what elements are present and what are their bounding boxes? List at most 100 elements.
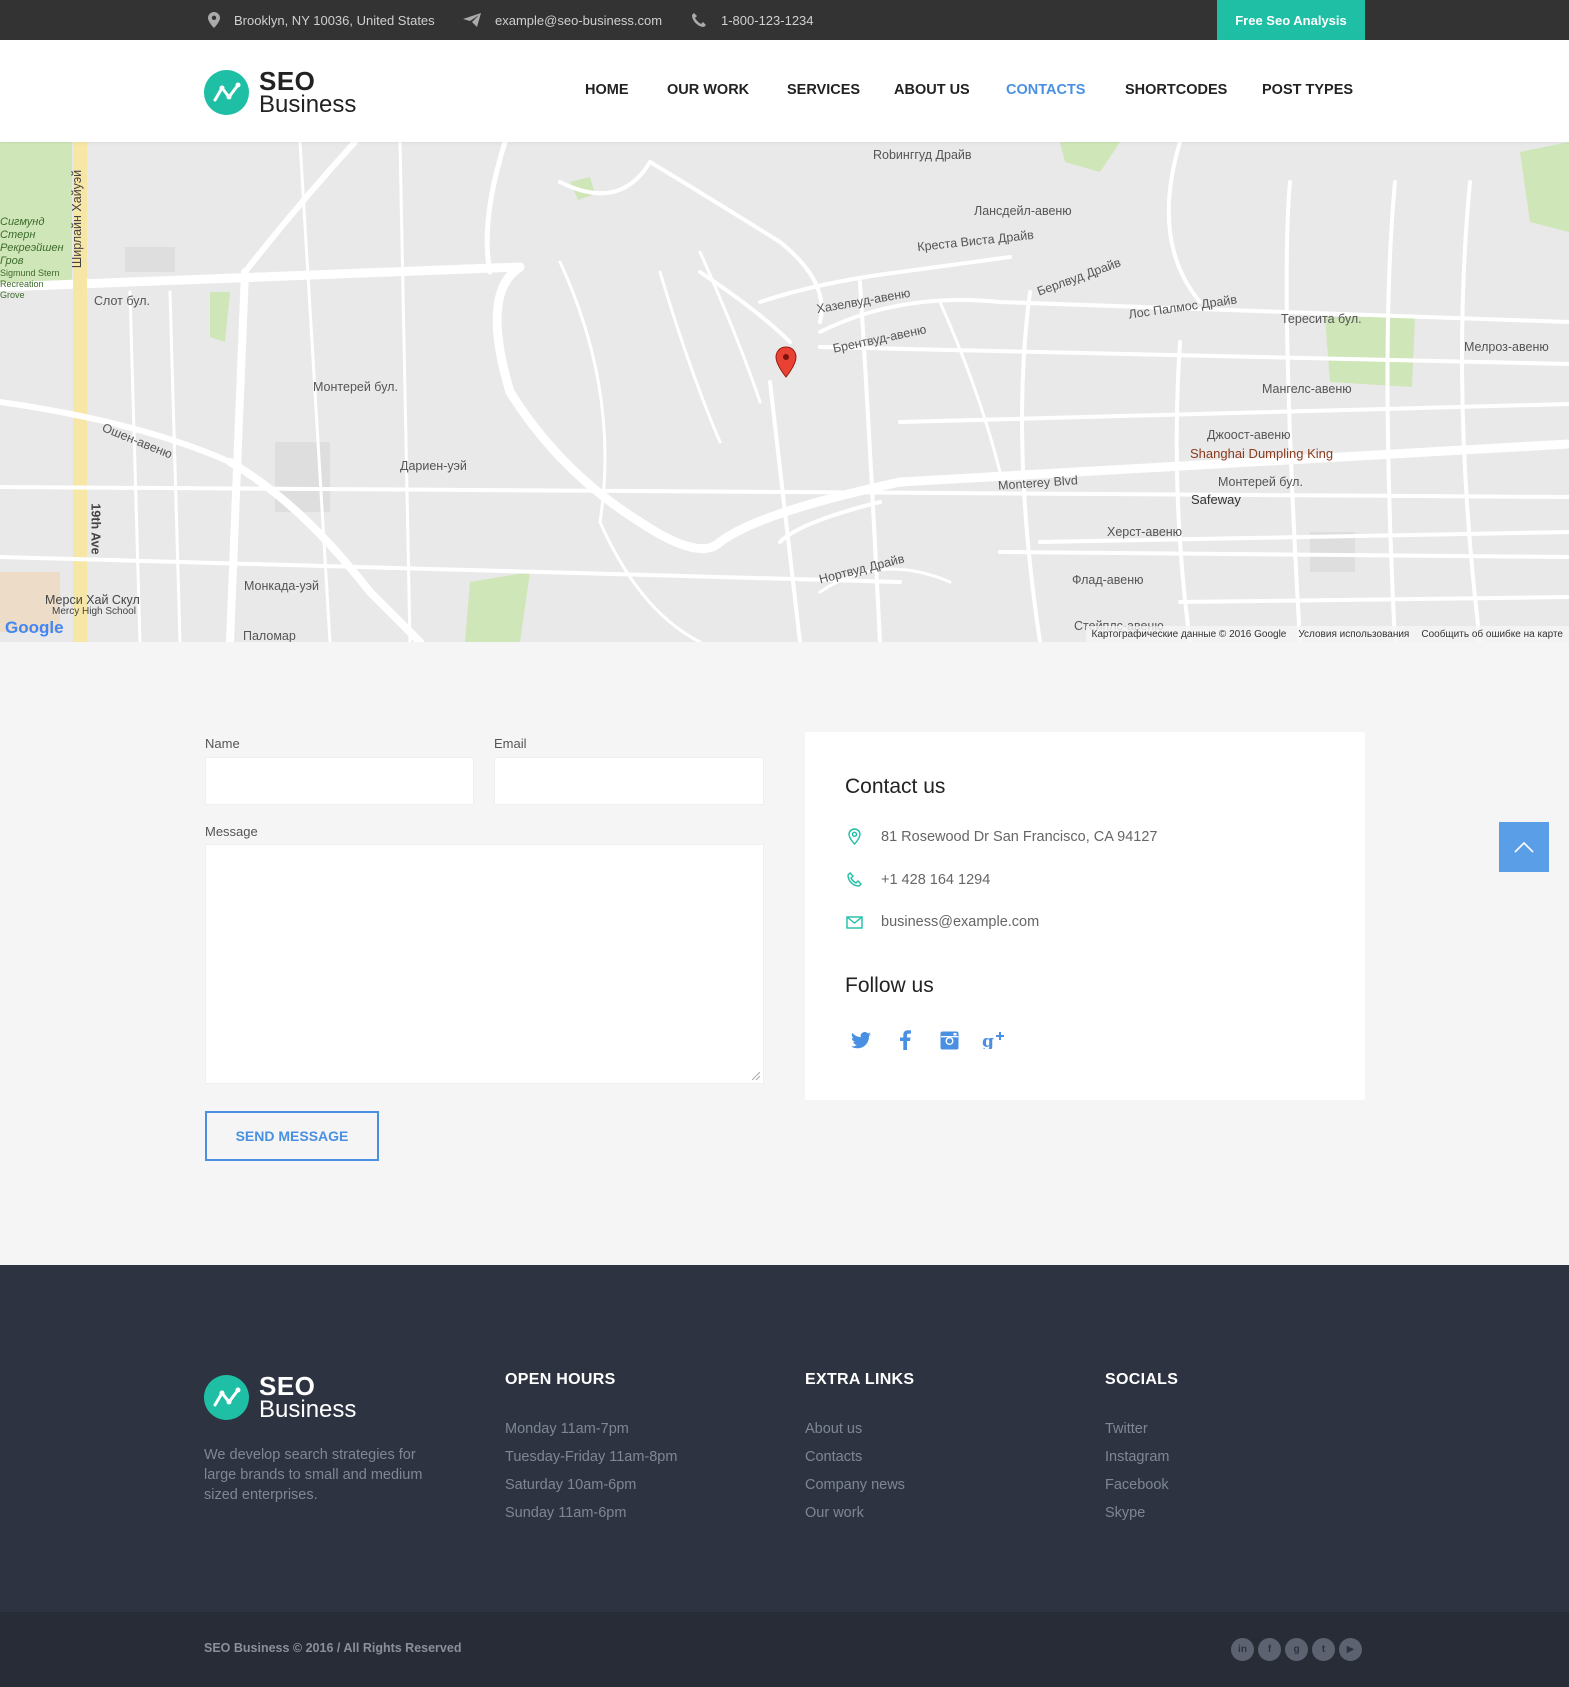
contact-title: Contact us [845,775,946,798]
footer-description: We develop search strategies for large b… [204,1447,423,1503]
map-label: Слот бул. [94,294,150,308]
footer-social-icons: in f g t ▶ [1231,1638,1362,1661]
map-label: Флад-авеню [1072,573,1144,587]
free-seo-analysis-button[interactable]: Free Seo Analysis [1217,0,1365,40]
map-label: Мангелс-авеню [1262,382,1352,396]
google-map[interactable]: Слот бул. Монтерей бул. Дариен-уэй Ошен-… [0,142,1569,642]
map-label: Ширлайн Хайуэй [70,169,85,269]
site-logo[interactable]: SEO Business [204,68,356,117]
twitter-icon[interactable] [849,1028,873,1052]
map-terms-link[interactable]: Условия использования [1298,629,1409,640]
extra-links-list: About us Contacts Company news Our work [805,1419,905,1531]
topbar-email[interactable]: example@seo-business.com [463,0,662,40]
send-message-button[interactable]: SEND MESSAGE [205,1111,379,1161]
youtube-icon[interactable]: ▶ [1339,1638,1362,1661]
contact-phone[interactable]: +1 428 164 1294 [845,871,990,888]
nav-services[interactable]: SERVICES [787,82,860,98]
footer-logo-text-business: Business [259,1396,357,1423]
contact-socials: g [849,1028,1005,1052]
open-hours-list: Monday 11am-7pm Tuesday-Friday 11am-8pm … [505,1419,677,1531]
footer-bottom-bar: SEO Business © 2016 / All Rights Reserve… [0,1612,1569,1687]
contact-phone-text[interactable]: +1 428 164 1294 [881,872,990,888]
footer-link-facebook[interactable]: Facebook [1105,1475,1169,1503]
logo-text-business: Business [259,91,357,118]
contact-card: Contact us 81 Rosewood Dr San Francisco,… [805,732,1365,1100]
map-park-label: Сигмунд Стерн Рекреэйшен Гров [0,216,64,267]
extra-links-title: EXTRA LINKS [805,1371,915,1388]
topbar-email-text[interactable]: example@seo-business.com [495,13,662,28]
map-label: Джоост-авеню [1207,428,1291,442]
map-label: Мерси Хай Скул [45,593,140,607]
list-item: Monday 11am-7pm [505,1421,629,1437]
scroll-to-top-button[interactable] [1499,822,1549,872]
contact-email[interactable]: business@example.com [845,914,1039,930]
logo-mark-icon [204,70,249,115]
name-input[interactable] [205,757,474,805]
name-label: Name [205,736,240,751]
location-pin-icon [208,12,220,28]
map-park-label: Sigmund Stern Recreation Grove [0,268,60,300]
contact-address: 81 Rosewood Dr San Francisco, CA 94127 [845,828,1157,845]
map-label: Лансдейл-авеню [974,204,1072,218]
footer-link-instagram[interactable]: Instagram [1105,1447,1169,1475]
envelope-icon [845,915,863,929]
map-label: Паломар [243,629,296,642]
topbar-address: Brooklyn, NY 10036, United States [208,0,435,40]
map-label: Монкада-уэй [244,579,319,593]
map-label: Херст-авеню [1107,525,1183,539]
map-report-link[interactable]: Сообщить об ошибке на карте [1421,629,1563,640]
message-label: Message [205,824,258,839]
map-label: Мелроз-авеню [1464,340,1549,354]
map-poi-label: Shanghai Dumpling King [1190,446,1334,461]
logo-mark-icon [204,1375,249,1420]
nav-our-work[interactable]: OUR WORK [667,82,749,98]
phone-icon [692,13,706,27]
phone-icon [846,872,862,887]
nav-shortcodes[interactable]: SHORTCODES [1125,82,1227,98]
nav-home[interactable]: HOME [585,82,629,98]
svg-text:g: g [982,1032,994,1049]
map-label: Монтерей бул. [313,380,398,394]
footer-link-about-us[interactable]: About us [805,1419,905,1447]
topbar-address-text: Brooklyn, NY 10036, United States [234,12,435,28]
nav-post-types[interactable]: POST TYPES [1262,82,1353,98]
message-textarea[interactable] [205,844,764,1084]
map-label: Монтерей бул. [1218,475,1303,489]
linkedin-icon[interactable]: in [1231,1638,1254,1661]
facebook-icon[interactable]: f [1258,1638,1281,1661]
list-item: Sunday 11am-6pm [505,1505,627,1521]
contact-email-text[interactable]: business@example.com [881,914,1039,930]
footer-link-twitter[interactable]: Twitter [1105,1419,1169,1447]
resize-handle-icon[interactable] [752,1072,760,1080]
map-label: Дариен-уэй [400,459,467,473]
top-bar: Brooklyn, NY 10036, United States exampl… [0,0,1569,40]
nav-contacts[interactable]: CONTACTS [1006,82,1085,98]
topbar-phone-text[interactable]: 1-800-123-1234 [721,13,814,28]
open-hours-title: OPEN HOURS [505,1371,616,1388]
site-footer: SEO Business We develop search strategie… [0,1265,1569,1612]
google-plus-icon[interactable]: g [1285,1638,1308,1661]
twitter-icon[interactable]: t [1312,1638,1335,1661]
chevron-up-icon [1514,841,1534,853]
footer-logo[interactable]: SEO Business [204,1373,356,1422]
google-logo[interactable]: Google [5,618,64,638]
location-pin-icon [847,828,861,845]
footer-link-our-work[interactable]: Our work [805,1503,905,1531]
topbar-phone[interactable]: 1-800-123-1234 [691,0,814,40]
facebook-icon[interactable] [893,1028,917,1052]
nav-about-us[interactable]: ABOUT US [894,82,970,98]
list-item: Tuesday-Friday 11am-8pm [505,1449,678,1465]
email-input[interactable] [494,757,764,805]
instagram-icon[interactable] [937,1028,961,1052]
email-label: Email [494,736,527,751]
footer-link-skype[interactable]: Skype [1105,1503,1169,1531]
google-plus-icon[interactable]: g [981,1028,1005,1052]
map-label: Тересита бул. [1281,312,1362,326]
site-header: SEO Business HOME OUR WORK SERVICES ABOU… [0,40,1569,142]
copyright-text: SEO Business © 2016 / All Rights Reserve… [204,1641,462,1655]
paper-plane-icon [463,13,481,27]
footer-link-contacts[interactable]: Contacts [805,1447,905,1475]
socials-title: SOCIALS [1105,1371,1179,1388]
footer-link-company-news[interactable]: Company news [805,1475,905,1503]
map-attribution: Картографические данные © 2016 Google Ус… [1085,626,1569,642]
